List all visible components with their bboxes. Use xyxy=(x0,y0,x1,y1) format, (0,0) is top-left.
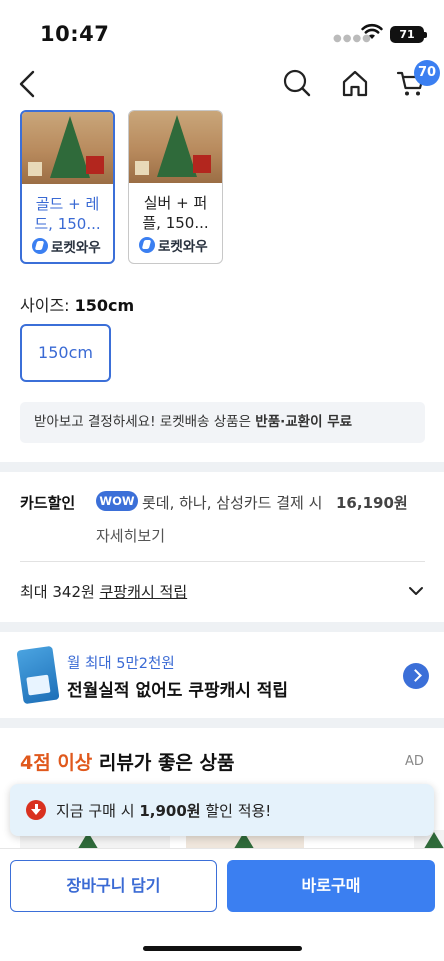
chevron-down-icon[interactable] xyxy=(407,582,425,600)
rocket-wow-badge: 로켓와우 xyxy=(139,235,208,255)
option-name: 실버 + 퍼 플, 150... xyxy=(142,194,209,232)
top-nav-bar xyxy=(0,62,444,108)
option-card-gold-red[interactable]: 골드 + 레 드, 150... 로켓와우 xyxy=(20,110,115,264)
status-bar: 10:47 ●●●● 71 xyxy=(0,0,444,66)
section-divider xyxy=(0,622,444,632)
bottom-action-bar: 장바구니 담기 바로구매 xyxy=(0,848,444,961)
divider xyxy=(20,561,425,562)
add-to-cart-button[interactable]: 장바구니 담기 xyxy=(10,860,217,912)
size-label: 사이즈: 150cm xyxy=(20,296,135,315)
option-name: 골드 + 레 드, 150... xyxy=(34,195,101,233)
card-discount-detail-link[interactable]: 자세히보기 xyxy=(96,525,165,546)
section-divider xyxy=(0,462,444,472)
promo-title[interactable]: 전월실적 없어도 쿠팡캐시 적립 xyxy=(67,676,288,701)
coupang-cash-row[interactable]: 최대 342원 쿠팡캐시 적립 xyxy=(20,581,187,602)
search-icon[interactable] xyxy=(282,68,312,98)
wifi-icon xyxy=(361,23,383,39)
option-card-silver-purple[interactable]: 실버 + 퍼 플, 150... 로켓와우 xyxy=(128,110,223,264)
rocket-icon xyxy=(32,238,48,254)
toast-text: 지금 구매 시 1,900원 할인 적용! xyxy=(56,802,272,820)
option-thumbnail xyxy=(22,112,113,184)
option-thumbnail xyxy=(129,111,222,183)
home-icon[interactable] xyxy=(340,68,370,98)
discount-toast: 지금 구매 시 1,900원 할인 적용! xyxy=(10,784,434,836)
status-time: 10:47 xyxy=(40,22,110,46)
battery-icon: 71 xyxy=(390,26,427,43)
home-indicator[interactable] xyxy=(143,946,302,951)
card-discount-amount: 16,190원 xyxy=(336,494,408,512)
cart-count-badge: 70 xyxy=(414,60,440,86)
back-arrow-icon[interactable] xyxy=(16,68,44,100)
recommendation-title: 4점 이상 리뷰가 좋은 상품 xyxy=(20,752,235,774)
free-return-notice: 받아보고 결정하세요! 로켓배송 상품은 반품·교환이 무료 xyxy=(20,402,425,443)
promo-subtitle[interactable]: 월 최대 5만2천원 xyxy=(67,652,175,673)
size-option-150cm[interactable]: 150cm xyxy=(20,324,111,382)
ad-label: AD xyxy=(405,754,424,769)
section-divider xyxy=(0,718,444,728)
chevron-right-icon[interactable] xyxy=(403,663,429,689)
rocket-icon xyxy=(139,237,155,253)
buy-now-button[interactable]: 바로구매 xyxy=(227,860,435,912)
credit-card-icon xyxy=(16,645,60,705)
wow-badge: WOW xyxy=(96,491,138,511)
card-discount-text: 롯데, 하나, 삼성카드 결제 시 xyxy=(142,494,323,512)
discount-down-arrow-icon xyxy=(26,800,46,820)
rocket-wow-badge: 로켓와우 xyxy=(32,236,101,256)
card-discount-title: 카드할인 xyxy=(20,494,76,512)
